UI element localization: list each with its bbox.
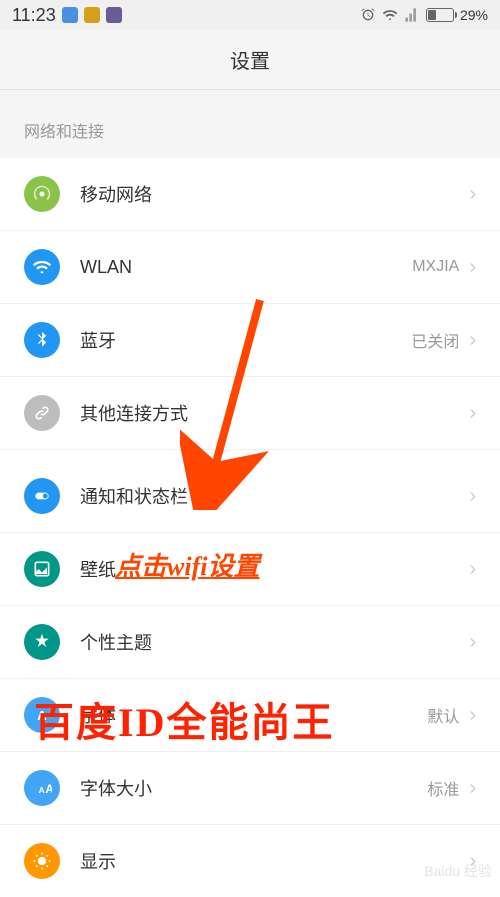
item-value: MXJIA xyxy=(412,258,459,276)
link-icon xyxy=(24,395,60,431)
item-theme[interactable]: 个性主题 › xyxy=(0,606,500,679)
signal-status-icon xyxy=(404,7,420,23)
battery-icon xyxy=(426,8,454,22)
header: 设置 xyxy=(0,30,500,90)
item-label: 个性主题 xyxy=(80,629,469,655)
item-label: 移动网络 xyxy=(80,181,469,207)
section-label: 网络和连接 xyxy=(0,90,500,158)
item-label: 字体大小 xyxy=(80,775,427,801)
status-left: 11:23 xyxy=(12,5,122,26)
svg-text:A: A xyxy=(39,785,45,795)
alarm-icon xyxy=(360,7,376,23)
chevron-right-icon: › xyxy=(469,485,476,508)
fontsize-icon: AA xyxy=(24,770,60,806)
chevron-right-icon: › xyxy=(469,402,476,425)
chevron-right-icon: › xyxy=(469,329,476,352)
theme-icon xyxy=(24,624,60,660)
page-title: 设置 xyxy=(230,45,270,74)
status-bar: 11:23 29% xyxy=(0,0,500,30)
annotation-text-2: 百度ID全能尚王 xyxy=(34,690,334,748)
item-label: WLAN xyxy=(80,257,412,278)
wifi-status-icon xyxy=(382,7,398,23)
signal-icon xyxy=(24,176,60,212)
svg-text:A: A xyxy=(45,783,52,796)
item-value: 默认 xyxy=(427,703,459,727)
status-right: 29% xyxy=(360,7,488,23)
status-time: 11:23 xyxy=(12,5,56,26)
chevron-right-icon: › xyxy=(469,558,476,581)
annotation-text-1: 点击wifi设置 xyxy=(115,546,259,583)
toggle-icon xyxy=(24,478,60,514)
battery-pct: 29% xyxy=(460,7,488,23)
item-value: 标准 xyxy=(427,776,459,800)
item-mobile-network[interactable]: 移动网络 › xyxy=(0,158,500,231)
chevron-right-icon: › xyxy=(469,631,476,654)
watermark: Baidu 经验 xyxy=(424,861,492,881)
bluetooth-icon xyxy=(24,322,60,358)
chevron-right-icon: › xyxy=(469,777,476,800)
settings-list: 移动网络 › WLAN MXJIA › 蓝牙 已关闭 › 其他连接方式 › 通知… xyxy=(0,158,500,897)
status-app-icon-3 xyxy=(106,7,122,23)
annotation-arrow xyxy=(180,290,280,510)
wifi-icon xyxy=(24,249,60,285)
item-value: 已关闭 xyxy=(411,328,459,352)
chevron-right-icon: › xyxy=(469,183,476,206)
chevron-right-icon: › xyxy=(469,256,476,279)
chevron-right-icon: › xyxy=(469,704,476,727)
status-app-icon-2 xyxy=(84,7,100,23)
item-font-size[interactable]: AA 字体大小 标准 › xyxy=(0,752,500,825)
item-label: 显示 xyxy=(80,848,469,874)
image-icon xyxy=(24,551,60,587)
status-app-icon-1 xyxy=(62,7,78,23)
display-icon xyxy=(24,843,60,879)
